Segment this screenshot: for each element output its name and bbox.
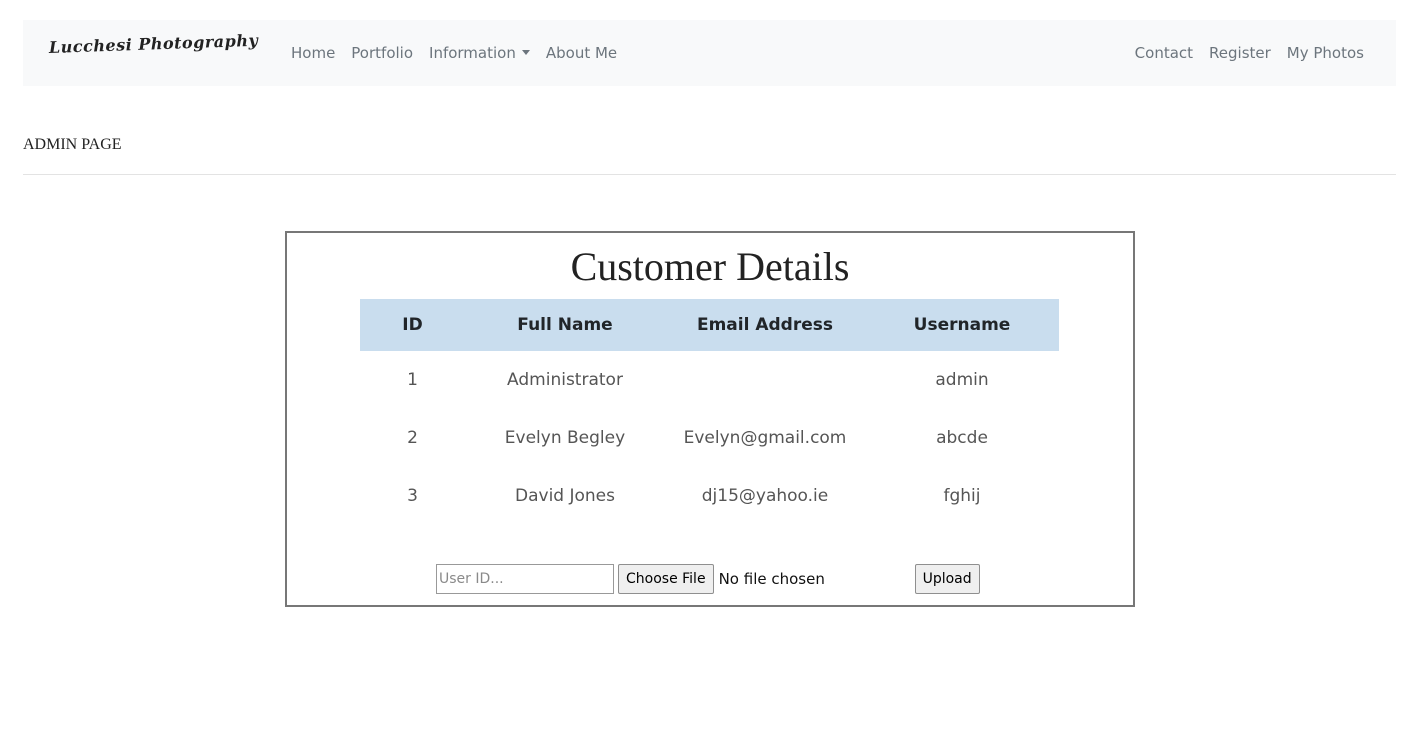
cell-email: dj15@yahoo.ie [701,486,829,506]
cell-username: admin [935,370,989,390]
nav-right: Contact Register My Photos [1127,20,1372,86]
nav-home-link[interactable]: Home [283,44,343,62]
brand-logo[interactable]: Lucchesi Photography [49,28,259,62]
caret-down-icon [521,50,530,55]
nav-my-photos-link[interactable]: My Photos [1279,44,1372,62]
cell-full-name: Evelyn Begley [504,428,626,448]
user-id-input[interactable] [436,564,614,594]
cell-username: abcde [936,428,988,448]
nav-portfolio-link[interactable]: Portfolio [343,44,421,62]
column-header-id: ID [360,299,465,351]
table-header-row: ID Full Name Email Address Username [360,299,1059,351]
nav-contact-link[interactable]: Contact [1127,44,1201,62]
divider [23,174,1396,175]
column-header-username: Username [865,299,1059,351]
customer-table: ID Full Name Email Address Username 1 Ad… [360,299,1059,525]
page-title: ADMIN PAGE [23,136,122,153]
navbar: Lucchesi Photography Home Portfolio Info… [23,20,1396,86]
nav-about-link[interactable]: About Me [538,44,625,62]
table-row: 3 David Jones dj15@yahoo.ie fghij [360,467,1059,525]
nav-information-dropdown[interactable]: Information [421,44,538,62]
cell-id: 1 [407,370,418,390]
cell-full-name: Administrator [507,370,623,390]
column-header-email: Email Address [665,299,865,351]
choose-file-button[interactable]: Choose File [618,564,714,594]
table-row: 1 Administrator admin [360,351,1059,409]
table-row: 2 Evelyn Begley Evelyn@gmail.com abcde [360,409,1059,467]
nav-register-link[interactable]: Register [1201,44,1279,62]
cell-full-name: David Jones [515,486,615,506]
file-status-text: No file chosen [718,570,825,588]
upload-form: Choose File No file chosen Upload [436,564,980,594]
cell-id: 3 [407,486,418,506]
customer-details-panel: Customer Details ID Full Name Email Addr… [285,231,1135,607]
cell-username: fghij [943,486,981,506]
column-header-full-name: Full Name [465,299,665,351]
nav-left: Home Portfolio Information About Me [283,20,625,86]
cell-email [665,351,865,409]
upload-button[interactable]: Upload [914,564,980,594]
nav-information-label: Information [429,44,516,62]
cell-id: 2 [407,428,418,448]
cell-email: Evelyn@gmail.com [683,428,847,448]
panel-title: Customer Details [570,244,850,289]
